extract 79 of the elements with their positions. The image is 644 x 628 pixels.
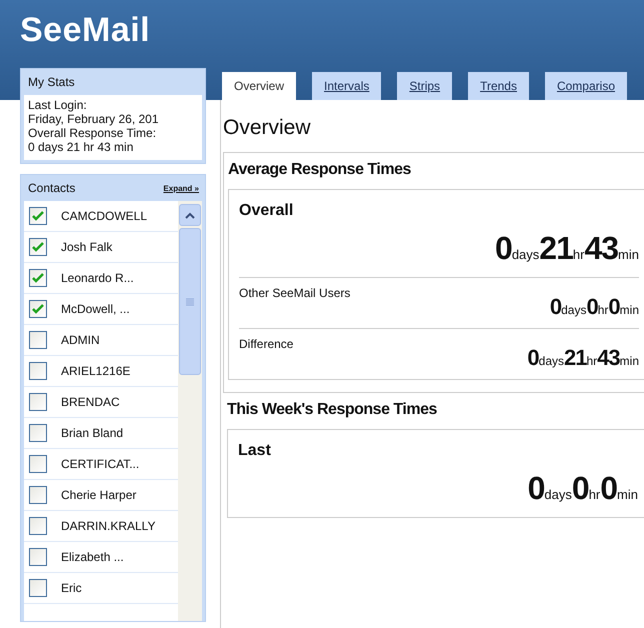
grip-icon [186, 298, 194, 306]
contact-name: Cherie Harper [61, 488, 136, 502]
row-label: Difference [239, 337, 294, 351]
time-unit: min [618, 247, 639, 262]
tab[interactable]: Compariso [544, 72, 627, 100]
time-unit: days [512, 247, 540, 262]
contact-checkbox[interactable] [29, 424, 47, 442]
checkmark-icon [32, 211, 44, 221]
contact-checkbox[interactable] [29, 486, 47, 504]
time-unit: hr [572, 247, 584, 262]
contact-checkbox[interactable] [29, 393, 47, 411]
app-logo: SeeMail [19, 10, 152, 50]
tab[interactable]: Overview [222, 72, 296, 100]
time-value: 21 [564, 345, 586, 371]
row-label: Overall [239, 202, 294, 220]
checkmark-icon [32, 304, 44, 314]
page-title: Overview [223, 116, 312, 140]
row-label: Last [238, 442, 271, 460]
contact-checkbox[interactable] [29, 207, 47, 225]
time-value: 0 [600, 470, 618, 507]
time-value: 0 [572, 470, 589, 507]
time-unit: hr [598, 303, 608, 317]
contact-checkbox[interactable] [29, 455, 47, 473]
tab[interactable]: Strips [397, 72, 452, 100]
time-unit: min [617, 487, 638, 502]
panel-title: Contacts [28, 181, 76, 195]
contact-name: ARIEL1216E [61, 364, 130, 378]
panel-title: My Stats [28, 75, 75, 89]
time-unit: days [561, 303, 586, 317]
contact-name: Brian Bland [61, 426, 124, 440]
contact-checkbox[interactable] [29, 269, 47, 287]
contact-name: Leonardo R... [61, 271, 134, 285]
expand-link[interactable]: Expand » [163, 184, 199, 192]
time-value: 0 [608, 294, 620, 320]
contact-name: CAMCDOWELL [61, 209, 148, 223]
time-value: 0 [550, 294, 562, 320]
stat-line: Last Login: [28, 98, 88, 112]
contact-checkbox[interactable] [29, 331, 47, 349]
contact-checkbox[interactable] [29, 517, 47, 535]
tab[interactable]: Trends [468, 72, 529, 100]
contact-name: BRENDAC [61, 395, 120, 409]
contact-checkbox[interactable] [29, 362, 47, 380]
time-value: 21 [539, 230, 573, 267]
section-title: Average Response Times [228, 161, 412, 179]
contact-name: Josh Falk [61, 240, 112, 254]
time-value: 43 [584, 230, 618, 267]
section-title: This Week's Response Times [227, 401, 438, 419]
time-unit: hr [588, 487, 600, 502]
caret-up-icon [185, 212, 195, 218]
checkmark-icon [32, 273, 44, 283]
tab[interactable]: Intervals [312, 72, 382, 100]
contact-name: Elizabeth ... [61, 550, 124, 564]
time-unit: min [620, 354, 639, 368]
stat-line: Overall Response Time: [28, 126, 158, 140]
time-unit: days [538, 354, 564, 368]
time-value: 43 [597, 345, 620, 371]
contact-name: Eric [61, 581, 82, 595]
contact-checkbox[interactable] [29, 579, 47, 597]
contact-name: CERTIFICAT... [61, 457, 140, 471]
scrollbar[interactable] [178, 201, 202, 621]
contact-name: ADMIN [61, 333, 100, 347]
time-value: 0 [527, 345, 539, 371]
time-value: 0 [586, 294, 598, 320]
checkmark-icon [32, 242, 44, 252]
scroll-up-button[interactable] [179, 204, 201, 226]
contact-name: DARRIN.KRALLY [61, 519, 156, 533]
time-value: 0 [495, 230, 512, 267]
time-unit: days [544, 487, 572, 502]
time-unit: hr [586, 354, 598, 368]
contact-name: McDowell, ... [61, 302, 130, 316]
contact-checkbox[interactable] [29, 548, 47, 566]
contact-checkbox[interactable] [29, 238, 47, 256]
time-value: 0 [528, 470, 544, 507]
stat-line: Friday, February 26, 201 [28, 112, 160, 126]
row-label: Other SeeMail Users [239, 286, 350, 300]
stat-line: 0 days 21 hr 43 min [28, 140, 134, 154]
contact-checkbox[interactable] [29, 300, 47, 318]
scroll-thumb[interactable] [179, 228, 201, 375]
time-unit: min [620, 303, 639, 317]
